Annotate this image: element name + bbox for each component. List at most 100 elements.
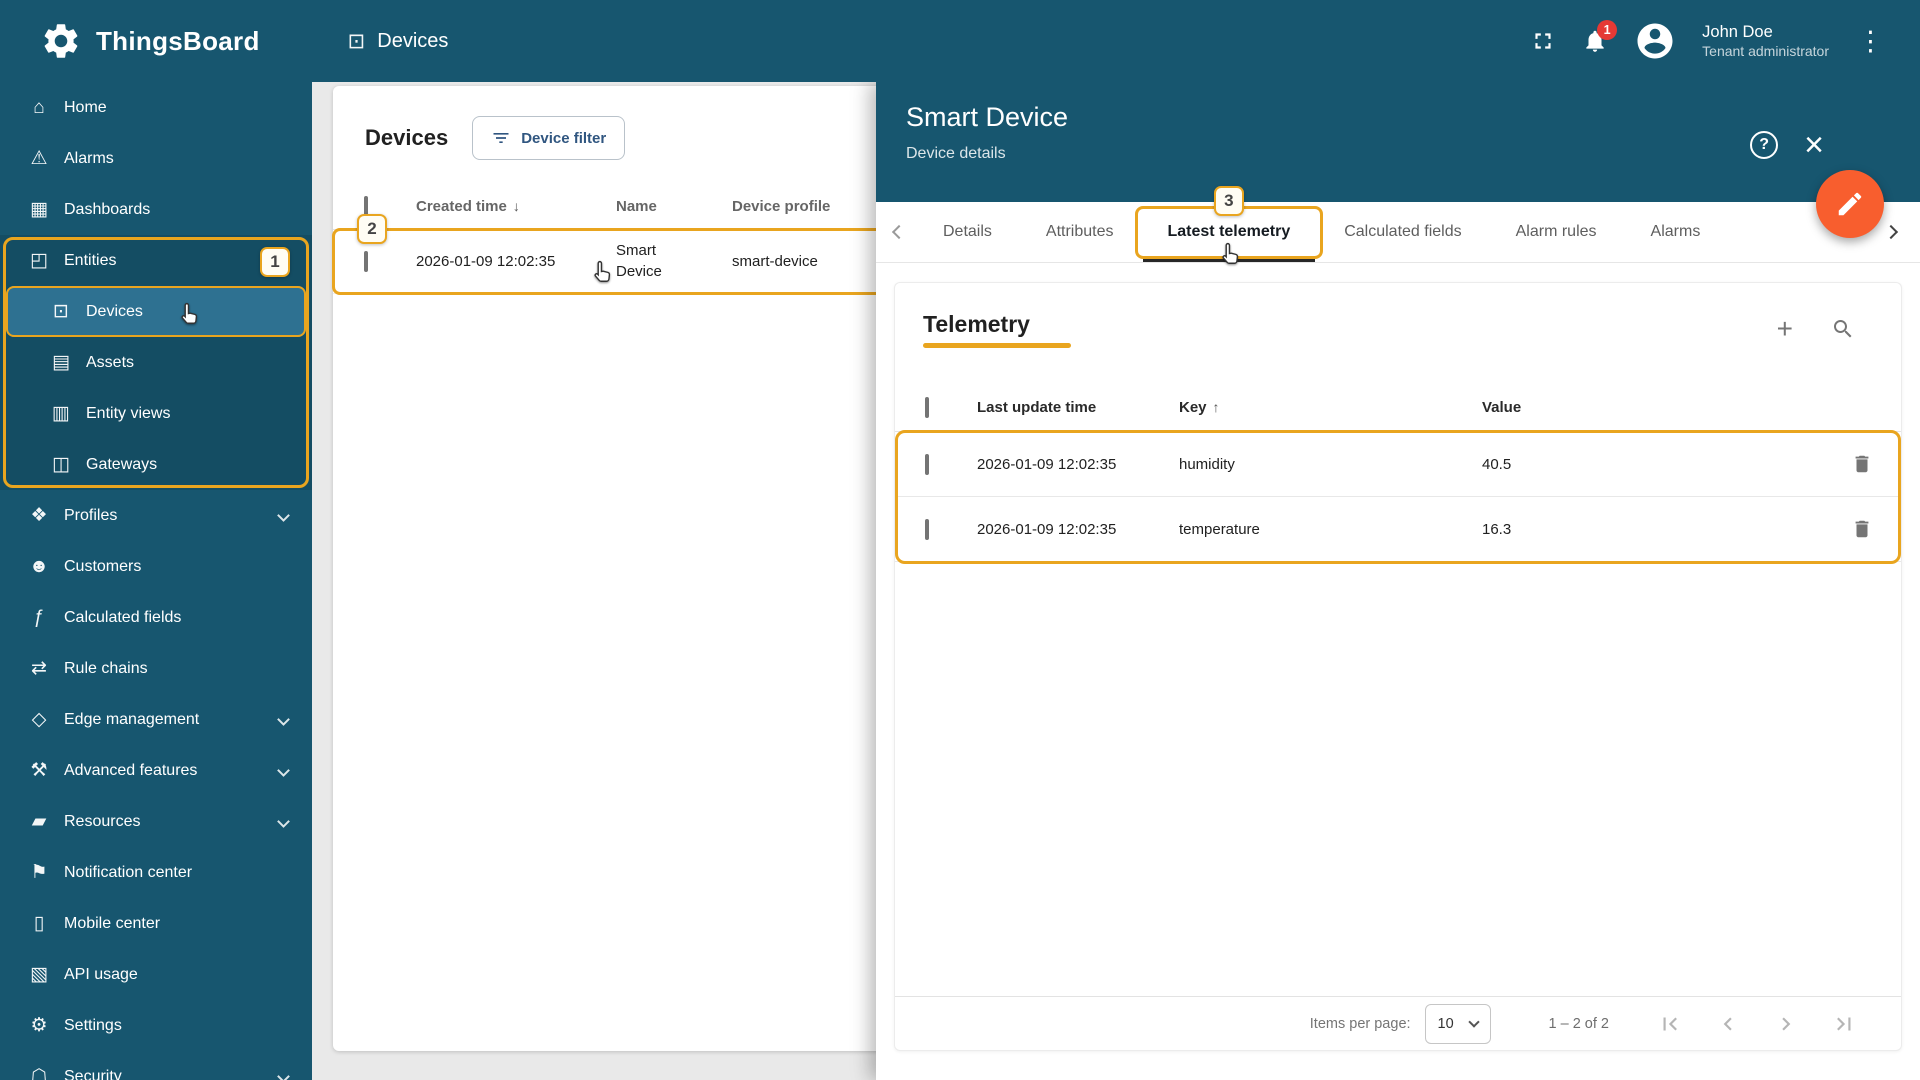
annotation-step1-badge: 1 xyxy=(260,247,290,277)
delete-telemetry-icon[interactable] xyxy=(1833,453,1873,475)
page-size-value: 10 xyxy=(1437,1015,1454,1032)
sidebar-item-assets[interactable]: ▤ Assets xyxy=(0,337,312,388)
sidebar-item-devices[interactable]: ⊡ Devices xyxy=(6,286,306,337)
column-key[interactable]: Key ↑ xyxy=(1179,399,1482,416)
cell-name: Smart Device xyxy=(616,242,662,280)
row-checkbox[interactable] xyxy=(364,251,368,272)
sidebar-item-api-usage[interactable]: ▧ API usage xyxy=(0,949,312,1000)
tab-latest-telemetry[interactable]: Latest telemetry 3 xyxy=(1134,186,1324,264)
telemetry-card: Telemetry + Last update time Key↑ Value xyxy=(894,282,1902,1051)
sidebar-item-entity-views[interactable]: ▥ Entity views xyxy=(0,388,312,439)
sidebar-item-edge-management[interactable]: ◇ Edge management xyxy=(0,694,312,745)
telemetry-row-humidity[interactable]: 2026-01-09 12:02:35 humidity 40.5 xyxy=(895,432,1901,497)
select-all-checkbox[interactable] xyxy=(925,397,929,418)
entities-group: ◰ Entities ⊡ Devices ▤ Assets ▥ Entity v… xyxy=(0,235,312,490)
sidebar-label: Mobile center xyxy=(64,914,161,932)
drawer-header: Smart Device Device details ? × xyxy=(876,82,1920,202)
help-icon[interactable]: ? xyxy=(1750,131,1779,159)
gear-logo-icon xyxy=(40,20,82,62)
sidebar-item-notification-center[interactable]: ⚑ Notification center xyxy=(0,847,312,898)
device-details-drawer: Smart Device Device details ? × Details … xyxy=(876,82,1920,1080)
breadcrumb[interactable]: ⊡ Devices xyxy=(348,29,449,54)
top-bar: ThingsBoard ⊡ Devices 1 John Doe Tenant … xyxy=(0,0,1920,82)
sidebar-item-settings[interactable]: ⚙ Settings xyxy=(0,1000,312,1051)
tab-attributes[interactable]: Attributes xyxy=(1019,202,1141,262)
tab-details[interactable]: Details xyxy=(916,202,1019,262)
user-avatar[interactable] xyxy=(1634,20,1676,62)
tabs-scroll-left-button[interactable] xyxy=(882,202,916,262)
function-icon: ƒ xyxy=(33,606,45,628)
sidebar-item-rule-chains[interactable]: ⇄ Rule chains xyxy=(0,643,312,694)
sidebar-label: Profiles xyxy=(64,506,118,524)
tab-label: Latest telemetry xyxy=(1167,223,1291,240)
telemetry-title: Telemetry xyxy=(923,311,1030,337)
sidebar: ⌂ Home ⚠ Alarms ▦ Dashboards ◰ Entities … xyxy=(0,82,312,1080)
fullscreen-icon[interactable] xyxy=(1530,28,1556,54)
sidebar-item-advanced-features[interactable]: ⚒ Advanced features xyxy=(0,745,312,796)
close-icon[interactable]: × xyxy=(1804,128,1824,162)
thingsboard-logo[interactable]: ThingsBoard xyxy=(40,20,260,62)
column-value[interactable]: Value xyxy=(1482,399,1833,416)
tab-label: Details xyxy=(943,223,992,240)
cell-value: 16.3 xyxy=(1482,520,1512,538)
search-icon[interactable] xyxy=(1831,317,1855,341)
sidebar-item-dashboards[interactable]: ▦ Dashboards xyxy=(0,184,312,235)
annotation-step2-badge: 2 xyxy=(357,214,387,244)
row-checkbox[interactable] xyxy=(925,453,929,475)
sort-asc-icon: ↑ xyxy=(1212,399,1220,415)
chevron-down-icon xyxy=(277,815,290,828)
folder-icon: ▰ xyxy=(31,811,47,832)
next-page-icon[interactable] xyxy=(1773,1011,1799,1037)
first-page-icon[interactable] xyxy=(1657,1011,1683,1037)
delete-telemetry-icon[interactable] xyxy=(1833,518,1873,540)
last-page-icon[interactable] xyxy=(1831,1011,1857,1037)
device-filter-button[interactable]: Device filter xyxy=(472,116,626,160)
column-last-update-time[interactable]: Last update time xyxy=(977,399,1179,416)
tab-alarm-rules[interactable]: Alarm rules xyxy=(1489,202,1624,262)
kebab-menu-icon[interactable]: ⋮ xyxy=(1855,26,1886,57)
user-name: John Doe xyxy=(1702,22,1773,41)
assets-icon: ▤ xyxy=(52,352,70,373)
sidebar-item-profiles[interactable]: ❖ Profiles xyxy=(0,490,312,541)
tab-label: Alarm rules xyxy=(1515,223,1597,240)
add-telemetry-icon[interactable]: + xyxy=(1777,315,1793,343)
sidebar-item-mobile-center[interactable]: ▯ Mobile center xyxy=(0,898,312,949)
chevron-down-icon xyxy=(1467,1015,1480,1028)
main-content: Devices Device filter Created time ↓ Name… xyxy=(312,82,1920,1080)
rule-chains-icon: ⇄ xyxy=(31,658,47,679)
mobile-icon: ▯ xyxy=(33,913,45,934)
sidebar-item-customers[interactable]: ☻ Customers xyxy=(0,541,312,592)
column-name[interactable]: Name xyxy=(616,198,732,215)
home-icon: ⌂ xyxy=(33,96,45,118)
sidebar-label: Devices xyxy=(86,302,143,320)
devices-icon: ⊡ xyxy=(53,301,69,322)
app-title: ThingsBoard xyxy=(96,25,260,56)
chevron-down-icon xyxy=(277,1070,290,1080)
pagination-bar: Items per page: 10 1 – 2 of 2 xyxy=(895,996,1901,1050)
breadcrumb-label: Devices xyxy=(377,29,449,52)
tab-calculated-fields[interactable]: Calculated fields xyxy=(1317,202,1488,262)
tab-alarms[interactable]: Alarms xyxy=(1624,202,1728,262)
flag-icon: ⚑ xyxy=(30,862,48,883)
filter-icon xyxy=(493,133,509,143)
sidebar-item-security[interactable]: ☖ Security xyxy=(0,1051,312,1080)
sidebar-item-home[interactable]: ⌂ Home xyxy=(0,82,312,133)
edit-device-fab[interactable] xyxy=(1816,170,1884,238)
sidebar-label: Rule chains xyxy=(64,659,148,677)
user-info[interactable]: John Doe Tenant administrator xyxy=(1702,22,1829,60)
column-created-time[interactable]: Created time ↓ xyxy=(416,198,616,215)
page-size-select[interactable]: 10 xyxy=(1424,1003,1491,1044)
dashboard-icon: ▦ xyxy=(30,199,48,220)
previous-page-icon[interactable] xyxy=(1715,1011,1741,1037)
sidebar-item-calculated-fields[interactable]: ƒ Calculated fields xyxy=(0,592,312,643)
notifications-bell-icon[interactable]: 1 xyxy=(1582,20,1618,54)
row-checkbox[interactable] xyxy=(925,518,929,540)
sidebar-item-resources[interactable]: ▰ Resources xyxy=(0,796,312,847)
sidebar-item-gateways[interactable]: ◫ Gateways xyxy=(0,439,312,490)
sidebar-item-alarms[interactable]: ⚠ Alarms xyxy=(0,133,312,184)
telemetry-rows: 2026-01-09 12:02:35 humidity 40.5 2026-0… xyxy=(895,430,1901,564)
devices-page-title: Devices xyxy=(365,125,449,150)
telemetry-row-temperature[interactable]: 2026-01-09 12:02:35 temperature 16.3 xyxy=(895,497,1901,562)
customers-icon: ☻ xyxy=(29,555,49,577)
sidebar-label: Entities xyxy=(64,251,117,269)
